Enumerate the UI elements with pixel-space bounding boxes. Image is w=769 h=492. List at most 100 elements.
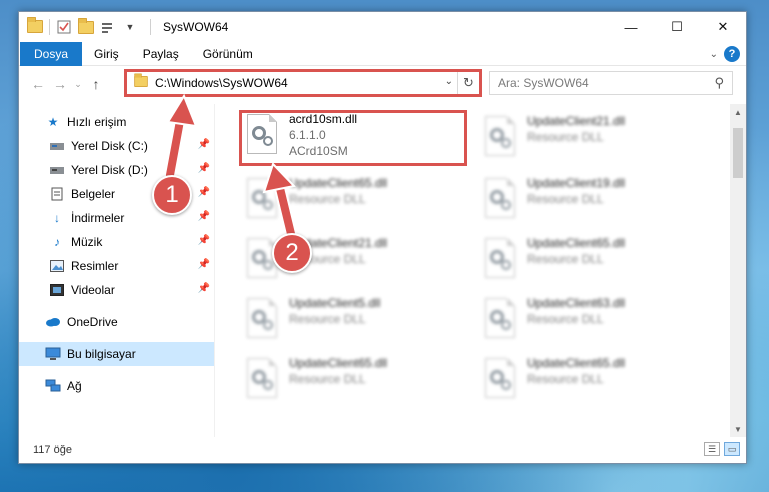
pin-icon[interactable]: 📌 xyxy=(198,187,210,198)
file-explorer-window: ▼ SysWOW64 — ☐ ✕ Dosya Giriş Paylaş Görü… xyxy=(18,11,747,464)
network-icon xyxy=(45,379,61,393)
step-badge-1: 1 xyxy=(152,175,192,215)
minimize-button[interactable]: — xyxy=(608,12,654,42)
nav-item-label: Resimler xyxy=(71,259,119,273)
tab-home[interactable]: Giriş xyxy=(82,42,131,66)
nav-item-quick-access[interactable]: ★ Hızlı erişim xyxy=(19,110,214,134)
file-item[interactable]: UpdateClient65.dll Resource DLL xyxy=(479,354,709,408)
file-name: UpdateClient5.dll xyxy=(289,296,381,310)
separator xyxy=(150,19,151,35)
up-button[interactable]: ↑ xyxy=(85,73,107,95)
nav-item-pictures[interactable]: Resimler 📌 xyxy=(19,254,214,278)
search-placeholder: Ara: SysWOW64 xyxy=(498,76,589,90)
dll-file-icon xyxy=(247,358,281,404)
address-row: ← → ⌄ ↑ C:\Windows\SysWOW64 ⌄ ↻ Ara: Sys… xyxy=(19,66,746,102)
file-item[interactable]: UpdateClient5.dll Resource DLL xyxy=(241,294,471,348)
file-name: UpdateClient21.dll xyxy=(527,114,626,128)
file-name: UpdateClient65.dll xyxy=(527,236,626,250)
documents-icon xyxy=(49,187,65,201)
tab-share[interactable]: Paylaş xyxy=(131,42,191,66)
file-description: Resource DLL xyxy=(289,312,366,326)
file-name: UpdateClient63.dll xyxy=(527,296,626,310)
customize-toolbar-icon[interactable] xyxy=(100,19,116,35)
nav-item-label: Belgeler xyxy=(71,187,116,201)
file-name: UpdateClient65.dll xyxy=(289,356,388,370)
scroll-thumb[interactable] xyxy=(733,128,743,178)
file-item[interactable]: UpdateClient19.dll Resource DLL xyxy=(479,174,709,228)
nav-item-music[interactable]: ♪ Müzik 📌 xyxy=(19,230,214,254)
ribbon-controls: ⌄ ? xyxy=(710,46,740,62)
dll-file-icon xyxy=(485,358,519,404)
title-bar: ▼ SysWOW64 — ☐ ✕ xyxy=(19,12,746,42)
dll-file-icon xyxy=(485,178,519,224)
details-view-button[interactable]: ☰ xyxy=(704,442,720,456)
nav-item-local-disk-d[interactable]: Yerel Disk (D:) 📌 xyxy=(19,158,214,182)
nav-item-label: Hızlı erişim xyxy=(67,115,127,129)
pin-icon[interactable]: 📌 xyxy=(198,163,210,174)
onedrive-icon xyxy=(45,315,61,329)
nav-item-label: Ağ xyxy=(67,379,82,393)
item-count: 117 öğe xyxy=(33,444,72,456)
separator xyxy=(49,19,50,35)
close-button[interactable]: ✕ xyxy=(700,12,746,42)
recent-locations-icon[interactable]: ⌄ xyxy=(71,73,85,95)
folder-icon xyxy=(27,17,43,34)
nav-item-label: Bu bilgisayar xyxy=(67,347,136,361)
back-button[interactable]: ← xyxy=(27,73,49,95)
dll-file-icon xyxy=(485,238,519,284)
step-badge-2: 2 xyxy=(272,233,312,273)
pin-icon[interactable]: 📌 xyxy=(198,259,210,270)
view-switcher: ☰ ▭ xyxy=(704,442,740,456)
search-input[interactable]: Ara: SysWOW64 ⚲ xyxy=(489,71,733,95)
nav-item-onedrive[interactable]: OneDrive xyxy=(19,310,214,334)
nav-item-label: OneDrive xyxy=(67,315,118,329)
file-name: UpdateClient19.dll xyxy=(527,176,626,190)
vertical-scrollbar[interactable]: ▲ ▼ xyxy=(730,104,746,437)
pin-icon[interactable]: 📌 xyxy=(198,139,210,150)
new-folder-icon[interactable] xyxy=(78,17,94,35)
help-icon[interactable]: ? xyxy=(724,46,740,62)
drive-icon xyxy=(49,163,65,177)
scroll-up-button[interactable]: ▲ xyxy=(730,104,746,120)
search-icon: ⚲ xyxy=(714,75,724,90)
maximize-button[interactable]: ☐ xyxy=(654,12,700,42)
file-item[interactable]: UpdateClient65.dll Resource DLL xyxy=(241,354,471,408)
large-icons-view-button[interactable]: ▭ xyxy=(724,442,740,456)
star-icon: ★ xyxy=(47,115,59,129)
file-item[interactable]: UpdateClient65.dll Resource DLL xyxy=(241,174,471,228)
file-item[interactable]: UpdateClient21.dll Resource DLL xyxy=(479,112,709,166)
pin-icon[interactable]: 📌 xyxy=(198,283,210,294)
nav-item-local-disk-c[interactable]: Yerel Disk (C:) 📌 xyxy=(19,134,214,158)
file-name: UpdateClient65.dll xyxy=(289,176,388,190)
file-description: Resource DLL xyxy=(527,372,604,386)
nav-item-videos[interactable]: Videolar 📌 xyxy=(19,278,214,302)
expand-ribbon-icon[interactable]: ⌄ xyxy=(710,49,718,60)
nav-item-network[interactable]: Ağ xyxy=(19,374,214,398)
pictures-icon xyxy=(49,259,65,273)
pin-icon[interactable]: 📌 xyxy=(198,211,210,222)
nav-item-this-pc[interactable]: Bu bilgisayar xyxy=(19,342,214,366)
ribbon-tabs: Dosya Giriş Paylaş Görünüm ⌄ ? xyxy=(19,41,746,66)
file-item[interactable]: UpdateClient63.dll Resource DLL xyxy=(479,294,709,348)
status-bar: 117 öğe ☰ ▭ xyxy=(19,437,746,463)
dll-file-icon xyxy=(485,116,519,162)
tab-view[interactable]: Görünüm xyxy=(191,42,265,66)
forward-button[interactable]: → xyxy=(49,73,71,95)
file-description: Resource DLL xyxy=(289,192,366,206)
file-highlight-box xyxy=(239,110,467,166)
scroll-down-button[interactable]: ▼ xyxy=(730,421,746,437)
chevron-down-icon[interactable]: ▼ xyxy=(122,19,138,35)
address-highlight-box xyxy=(124,69,482,97)
file-name: UpdateClient65.dll xyxy=(527,356,626,370)
properties-icon[interactable] xyxy=(56,19,72,35)
file-item[interactable]: UpdateClient65.dll Resource DLL xyxy=(479,234,709,288)
tab-file[interactable]: Dosya xyxy=(20,41,83,66)
nav-item-label: Yerel Disk (D:) xyxy=(71,163,148,177)
drive-icon xyxy=(49,139,65,153)
file-description: Resource DLL xyxy=(527,130,604,144)
dll-file-icon xyxy=(247,298,281,344)
pin-icon[interactable]: 📌 xyxy=(198,235,210,246)
window-title: SysWOW64 xyxy=(163,20,229,34)
file-description: Resource DLL xyxy=(527,312,604,326)
navigation-pane: ★ Hızlı erişim Yerel Disk (C:) 📌 Yerel D… xyxy=(19,104,214,437)
